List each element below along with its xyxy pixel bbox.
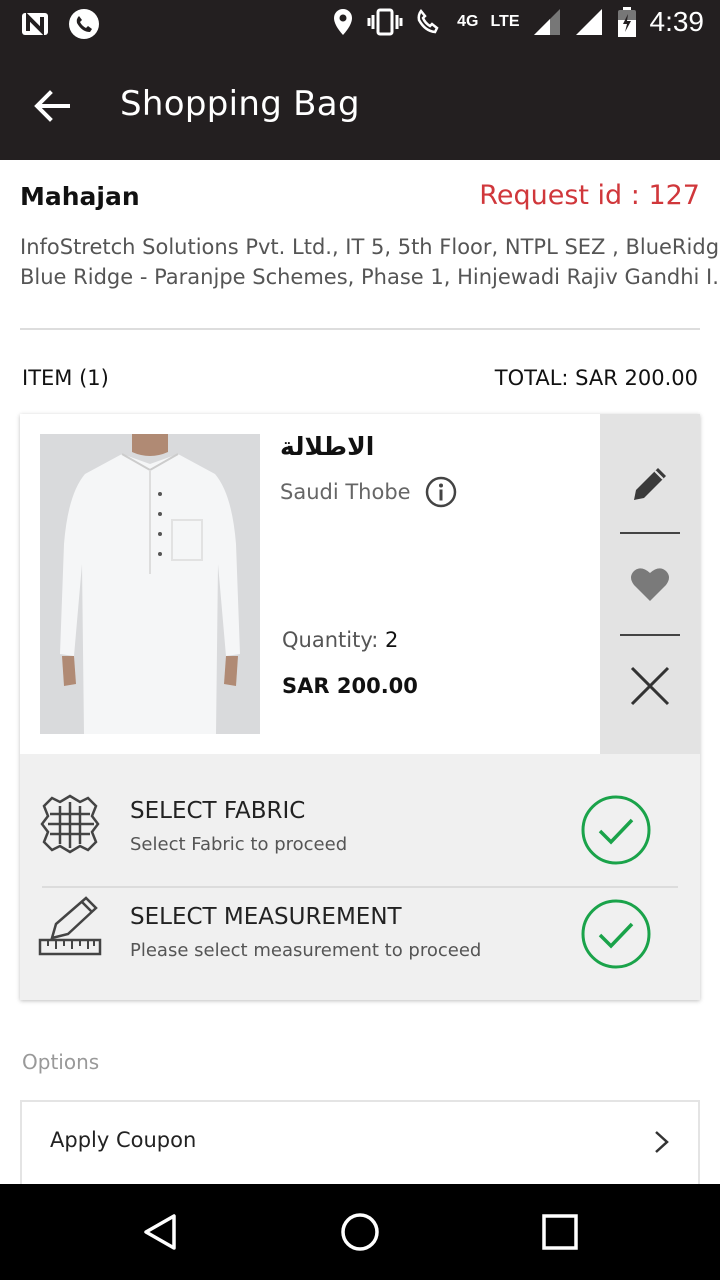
nav-home-icon[interactable] xyxy=(338,1210,382,1254)
product-price: SAR 200.00 xyxy=(282,674,418,698)
chevron-right-icon xyxy=(655,1131,669,1153)
product-card: الاطلالة Saudi Thobe Quantity: 2 SAR 200… xyxy=(20,414,700,1000)
wifi-call-icon xyxy=(417,8,439,34)
vibrate-icon xyxy=(367,8,403,36)
measurement-icon xyxy=(38,896,102,956)
product-image xyxy=(40,434,260,734)
select-fabric-title: SELECT FABRIC xyxy=(130,798,306,824)
apply-coupon-button[interactable]: Apply Coupon xyxy=(20,1100,700,1184)
info-icon[interactable] xyxy=(425,476,457,508)
select-fabric-row[interactable]: SELECT FABRIC Select Fabric to proceed xyxy=(20,776,700,886)
battery-icon xyxy=(617,7,636,37)
order-total: TOTAL: SAR 200.00 xyxy=(494,366,698,390)
n-notification-icon xyxy=(22,12,48,36)
request-id: Request id : 127 xyxy=(479,180,700,211)
back-arrow-icon[interactable] xyxy=(28,82,76,130)
product-type: Saudi Thobe xyxy=(280,480,411,504)
app-bar: Shopping Bag xyxy=(0,52,720,160)
product-name: الاطلالة xyxy=(280,432,375,461)
fabric-check-icon xyxy=(581,795,651,865)
product-details[interactable]: الاطلالة Saudi Thobe Quantity: 2 SAR 200… xyxy=(20,414,600,754)
select-fabric-subtitle: Select Fabric to proceed xyxy=(130,834,348,855)
status-bar: 4G LTE 4:39 xyxy=(0,0,720,52)
select-measurement-title: SELECT MEASUREMENT xyxy=(130,904,402,930)
select-measurement-row[interactable]: SELECT MEASUREMENT Please select measure… xyxy=(20,888,700,998)
product-subtitle: Saudi Thobe xyxy=(280,476,457,508)
customer-address: InfoStretch Solutions Pvt. Ltd., IT 5, 5… xyxy=(20,232,720,292)
page-title: Shopping Bag xyxy=(120,84,360,124)
lte-label: LTE xyxy=(490,13,520,30)
network-type: 4G xyxy=(457,13,479,30)
nav-recents-icon[interactable] xyxy=(538,1210,582,1254)
options-heading: Options xyxy=(22,1050,100,1074)
address-line-1: InfoStretch Solutions Pvt. Ltd., IT 5, 5… xyxy=(20,235,720,259)
address-line-2: Blue Ridge - Paranjpe Schemes, Phase 1, … xyxy=(20,265,719,289)
system-nav-bar xyxy=(0,1184,720,1280)
pencil-icon xyxy=(634,468,666,500)
quantity-label: Quantity: xyxy=(282,628,385,652)
wishlist-button[interactable] xyxy=(600,534,700,634)
select-measurement-subtitle: Please select measurement to proceed xyxy=(130,940,482,961)
phone-call-icon xyxy=(69,9,99,39)
remove-button[interactable] xyxy=(600,636,700,736)
clock: 4:39 xyxy=(649,6,705,37)
signal-icon xyxy=(533,9,560,35)
location-icon xyxy=(334,9,353,35)
item-count: ITEM (1) xyxy=(22,366,109,390)
nav-back-icon[interactable] xyxy=(138,1210,182,1254)
customer-name: Mahajan xyxy=(20,182,140,211)
heart-icon xyxy=(631,568,669,601)
signal-icon-2 xyxy=(575,9,602,35)
quantity: Quantity: 2 xyxy=(282,628,398,652)
divider xyxy=(20,328,700,330)
close-icon xyxy=(630,666,670,706)
measurement-check-icon xyxy=(581,899,651,969)
quantity-value: 2 xyxy=(384,628,399,652)
item-actions xyxy=(600,414,700,754)
edit-button[interactable] xyxy=(600,434,700,534)
fabric-icon xyxy=(40,794,100,854)
apply-coupon-label: Apply Coupon xyxy=(50,1128,197,1152)
